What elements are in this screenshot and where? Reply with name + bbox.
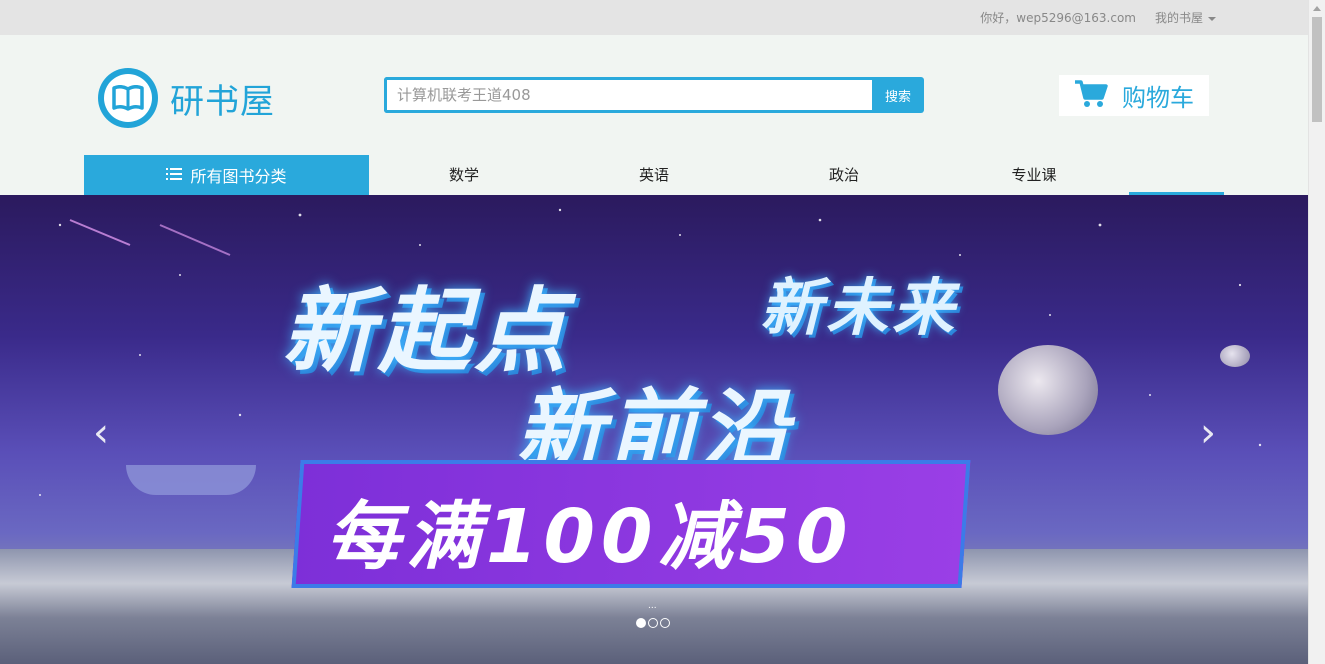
chevron-right-icon: ›	[1200, 410, 1216, 456]
book-logo-icon	[98, 68, 158, 128]
category-nav: 所有图书分类 数学 英语 政治 专业课	[84, 155, 1224, 195]
search-button[interactable]: 搜索	[872, 77, 924, 113]
nav-item-english[interactable]: 英语	[604, 155, 704, 195]
all-categories-button[interactable]: 所有图书分类	[84, 155, 369, 195]
boat-graphic	[126, 465, 256, 495]
scroll-up-icon[interactable]	[1313, 6, 1321, 11]
user-greeting[interactable]: 你好，wep5296@163.com	[980, 9, 1136, 26]
cart-label: 购物车	[1122, 84, 1194, 112]
carousel-dot[interactable]	[636, 618, 646, 628]
cart-icon	[1074, 79, 1108, 113]
carousel-next-button[interactable]: ›	[1195, 413, 1221, 453]
nav-item-politics[interactable]: 政治	[794, 155, 894, 195]
top-bar: 你好，wep5296@163.com 我的书屋	[0, 0, 1308, 35]
promo-carousel[interactable]: 新起点 新未来 新前沿 每满100减50 ‹ › ...	[0, 195, 1308, 664]
carousel-hint: ...	[648, 601, 657, 611]
nav-item-major-course[interactable]: 专业课	[984, 155, 1084, 195]
carousel-indicators	[636, 618, 670, 628]
site-logo[interactable]: 研书屋	[98, 68, 275, 128]
carousel-dot[interactable]	[648, 618, 658, 628]
search-bar: 搜索	[384, 77, 924, 113]
scrollbar-thumb[interactable]	[1312, 17, 1322, 122]
site-name: 研书屋	[170, 81, 275, 122]
carousel-dot[interactable]	[660, 618, 670, 628]
caret-down-icon	[1208, 16, 1216, 21]
carousel-prev-button[interactable]: ‹	[88, 413, 114, 453]
my-shelf-menu[interactable]: 我的书屋	[1155, 9, 1216, 26]
nav-item-math[interactable]: 数学	[414, 155, 514, 195]
moon-graphic	[998, 345, 1098, 435]
search-input[interactable]	[384, 77, 872, 113]
small-moon-graphic	[1220, 345, 1250, 367]
list-icon	[166, 166, 183, 185]
cart-button[interactable]: 购物车	[1059, 75, 1209, 116]
all-categories-label: 所有图书分类	[190, 167, 287, 186]
chevron-left-icon: ‹	[93, 410, 109, 456]
banner-headline-2: 新未来	[760, 271, 959, 344]
page-scrollbar[interactable]	[1308, 0, 1325, 664]
promo-text: 每满100减50	[326, 494, 854, 580]
my-shelf-label: 我的书屋	[1154, 11, 1203, 25]
